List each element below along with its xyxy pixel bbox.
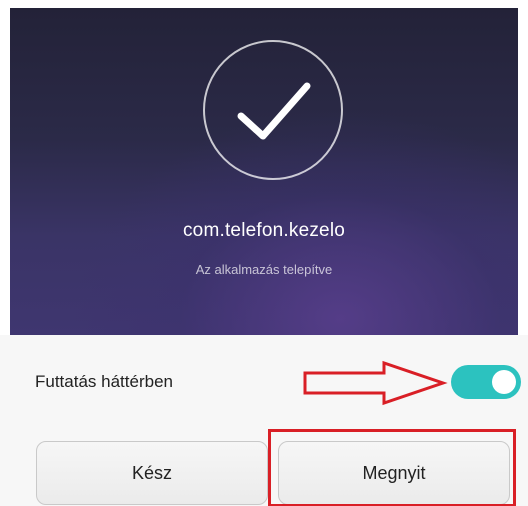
install-status: Az alkalmazás telepítve (195, 262, 333, 277)
red-highlight-box-annotation (268, 429, 516, 506)
install-complete-screen: com.telefon.kezelo Az alkalmazás telepít… (0, 0, 528, 506)
run-in-background-label: Futtatás háttérben (35, 372, 173, 391)
done-button[interactable]: Kész (36, 441, 268, 505)
checkmark-icon (237, 82, 311, 140)
toggle-knob (492, 370, 516, 394)
success-circle (203, 40, 343, 180)
run-in-background-toggle[interactable] (451, 365, 521, 399)
red-arrow-annotation (303, 360, 448, 406)
install-hero: com.telefon.kezelo Az alkalmazás telepít… (10, 8, 518, 335)
package-name: com.telefon.kezelo (182, 220, 346, 241)
